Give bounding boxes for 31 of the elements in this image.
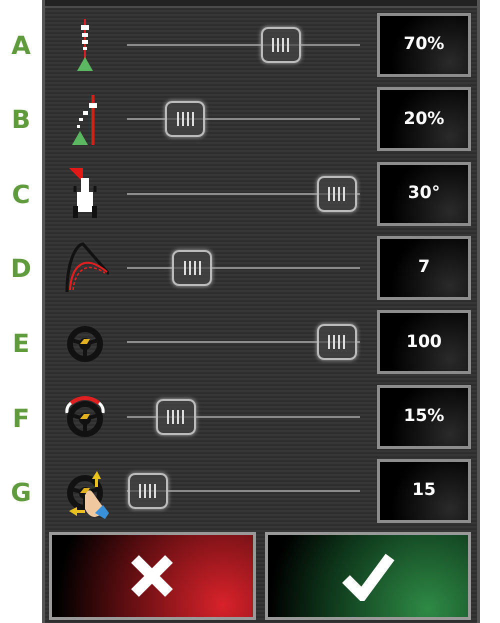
- row-letter: B: [10, 104, 32, 136]
- slider-thumb[interactable]: [156, 398, 196, 435]
- row-letter: G: [10, 477, 32, 510]
- slider-track[interactable]: [127, 174, 360, 214]
- value-field[interactable]: 20%: [377, 87, 471, 152]
- value-field[interactable]: 15%: [377, 384, 471, 449]
- checkmark-icon: [340, 551, 396, 602]
- slider-thumb[interactable]: [172, 250, 212, 286]
- slider-thumb[interactable]: [316, 324, 357, 360]
- confirm-button[interactable]: [264, 532, 471, 620]
- row-letter: C: [10, 178, 32, 211]
- slider-track[interactable]: [127, 396, 360, 437]
- value-field[interactable]: 7: [377, 236, 471, 300]
- slider-thumb[interactable]: [316, 176, 357, 212]
- value-field[interactable]: 30°: [377, 162, 471, 226]
- slider-thumb[interactable]: [165, 101, 206, 138]
- value-field[interactable]: 100: [377, 310, 471, 374]
- row-letter: F: [11, 402, 31, 435]
- slider-track[interactable]: [127, 248, 360, 288]
- value-field[interactable]: 15: [377, 458, 471, 523]
- value-field[interactable]: 70%: [377, 13, 471, 78]
- slider-track[interactable]: [127, 470, 360, 511]
- slider-track[interactable]: [127, 25, 360, 66]
- row-letter: D: [10, 253, 32, 286]
- slider-thumb[interactable]: [260, 27, 301, 64]
- cancel-button[interactable]: [49, 532, 256, 620]
- row-letter: E: [11, 328, 31, 360]
- slider-track[interactable]: [127, 99, 360, 140]
- row-letter: A: [10, 30, 32, 62]
- slider-track[interactable]: [127, 322, 360, 362]
- slider-thumb[interactable]: [128, 472, 168, 509]
